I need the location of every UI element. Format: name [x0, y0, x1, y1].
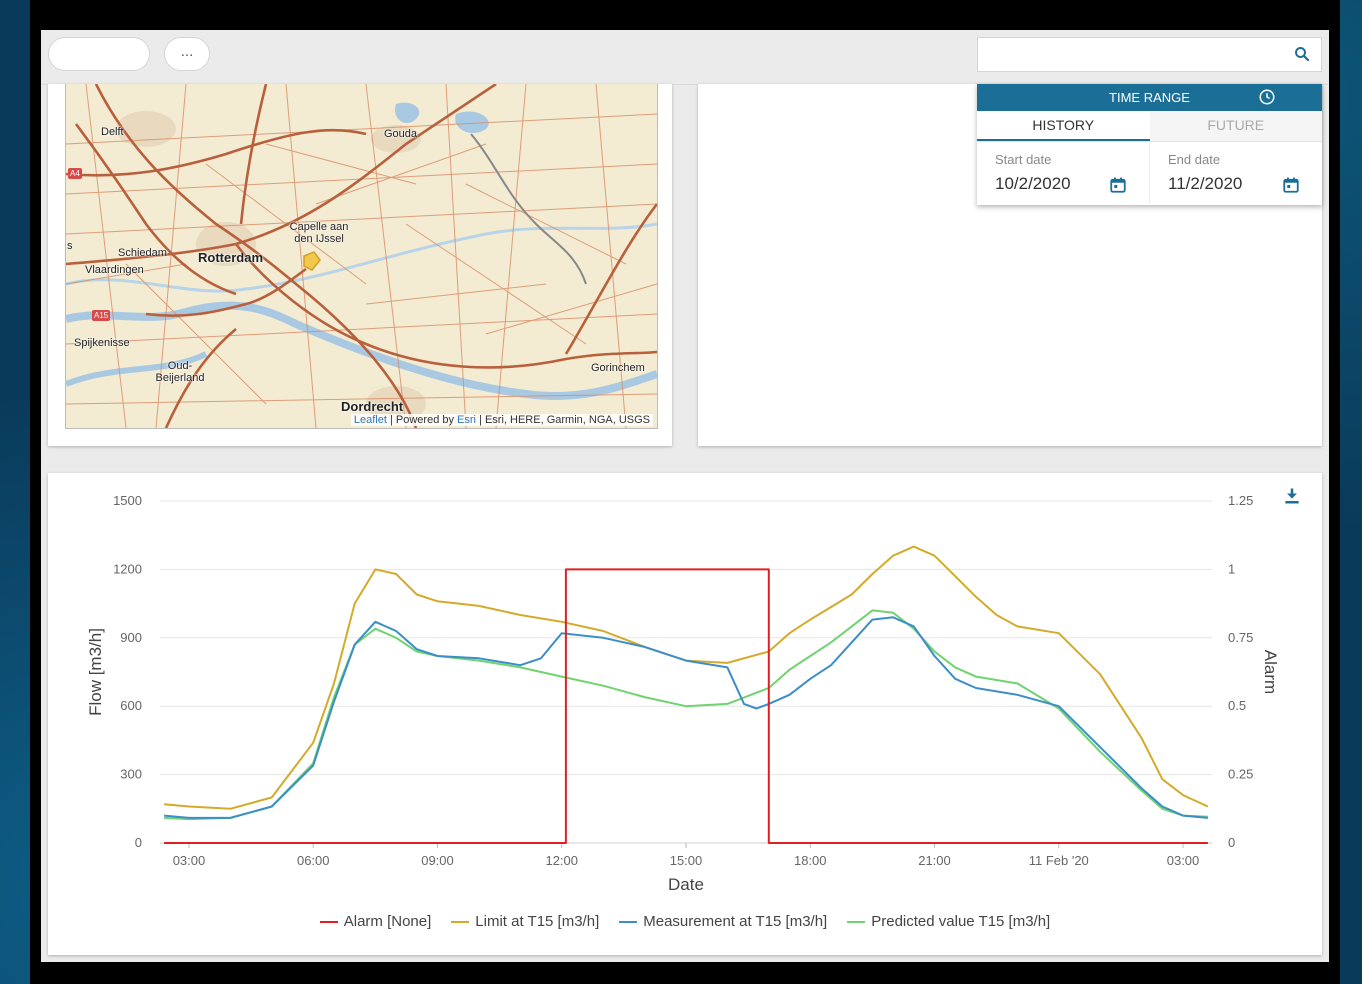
time-range-tabs: HISTORY FUTURE — [977, 111, 1322, 142]
legend-swatch — [319, 921, 338, 924]
leaflet-link[interactable]: Leaflet — [354, 414, 387, 426]
end-date-label: End date — [1168, 152, 1221, 167]
road-shield-a15: A15 — [92, 310, 111, 321]
calendar-icon[interactable] — [1282, 176, 1300, 194]
start-date-field[interactable]: Start date 10/2/2020 — [977, 142, 1150, 204]
series-line — [164, 616, 1208, 819]
attribution-sep: | Powered by — [386, 414, 458, 426]
y-tick-label: 1200 — [113, 561, 142, 576]
x-tick-label: 15:00 — [670, 853, 703, 868]
tab-future[interactable]: FUTURE — [1149, 111, 1322, 141]
map-label-capelle: Capelle aan den IJssel — [289, 221, 349, 245]
map-label-spijkenisse: Spijkenisse — [74, 337, 130, 349]
x-tick-label: 06:00 — [297, 853, 330, 868]
legend-swatch — [619, 921, 638, 924]
map-label-vlaardingen: Vlaardingen — [85, 264, 144, 276]
time-range-title: TIME RANGE — [1109, 90, 1190, 105]
attribution-sources: | Esri, HERE, Garmin, NGA, USGS — [476, 414, 650, 426]
legend-swatch — [451, 921, 470, 924]
y2-tick-label: 1.25 — [1228, 493, 1253, 508]
y-axis-label: Flow [m3/h] — [86, 628, 105, 716]
dashboard-app: ... Delft Gouda Capelle aan den IJssel S… — [41, 30, 1329, 962]
y-tick-label: 900 — [120, 630, 142, 645]
legend-item[interactable]: Limit at T15 [m3/h] — [451, 913, 599, 930]
map-label-gouda: Gouda — [384, 128, 418, 140]
road-shield-a4: A4 — [68, 168, 82, 179]
x-tick-label: 03:00 — [1167, 853, 1200, 868]
map-label-schiedam: Schiedam — [118, 247, 167, 259]
y2-tick-label: 0.5 — [1228, 698, 1246, 713]
y2-tick-label: 0 — [1228, 835, 1235, 850]
esri-link[interactable]: Esri — [457, 414, 476, 426]
map-label-gorinchem: Gorinchem — [591, 362, 645, 374]
search-box — [977, 37, 1322, 72]
download-icon[interactable] — [1282, 485, 1302, 507]
end-date-value[interactable]: 11/2/2020 — [1168, 174, 1242, 194]
y-tick-label: 0 — [135, 835, 142, 850]
map-label-partial: s — [67, 240, 73, 252]
chart-legend: Alarm [None] Limit at T15 [m3/h] Measureme… — [48, 913, 1322, 930]
y-tick-label: 600 — [120, 698, 142, 713]
y2-axis-label: Alarm — [1261, 650, 1280, 694]
flow-chart: 0 300 600 900 1200 1500 0 0.25 0.5 0.75 1 1.25 03:00… — [86, 493, 1280, 894]
x-tick-label: 11 Feb '20 — [1029, 853, 1089, 868]
station-selector-button[interactable] — [48, 37, 150, 71]
search-icon[interactable] — [1293, 45, 1311, 63]
x-tick-label: 18:00 — [794, 853, 827, 868]
map-label-delft: Delft — [101, 126, 124, 138]
x-tick-label: 09:00 — [421, 853, 454, 868]
map-attribution: Leaflet | Powered by Esri | Esri, HERE, … — [350, 414, 653, 426]
map-label-dordrecht: Dordrecht — [341, 399, 404, 414]
map-label-oud-beijerland: Oud-Beijerland — [155, 360, 205, 384]
legend-item[interactable]: Measurement at T15 [m3/h] — [619, 913, 827, 930]
tab-history[interactable]: HISTORY — [977, 111, 1150, 141]
calendar-icon[interactable] — [1109, 176, 1127, 194]
series-line — [164, 609, 1208, 821]
legend-item[interactable]: Predicted value T15 [m3/h] — [847, 913, 1050, 930]
clock-icon[interactable] — [1258, 88, 1276, 106]
y2-tick-label: 1 — [1228, 561, 1235, 576]
date-range: Start date 10/2/2020 End date 11/2/2020 — [977, 142, 1322, 204]
start-date-value[interactable]: 10/2/2020 — [995, 174, 1071, 194]
chart-card: 0 300 600 900 1200 1500 0 0.25 0.5 0.75 1 1.25 03:00… — [48, 473, 1322, 955]
x-tick-label: 03:00 — [173, 853, 206, 868]
time-range-header: TIME RANGE — [977, 84, 1322, 111]
x-axis-label: Date — [668, 875, 704, 894]
map-card: Delft Gouda Capelle aan den IJssel Schie… — [48, 84, 672, 446]
y-tick-label: 1500 — [113, 493, 142, 508]
y2-tick-label: 0.25 — [1228, 767, 1253, 782]
y2-tick-label: 0.75 — [1228, 630, 1253, 645]
legend-swatch — [847, 921, 866, 924]
search-input[interactable] — [988, 38, 1292, 70]
legend-label: Measurement at T15 [m3/h] — [643, 913, 828, 930]
legend-label: Predicted value T15 [m3/h] — [871, 913, 1051, 930]
x-tick-label: 21:00 — [918, 853, 951, 868]
y-tick-label: 300 — [120, 767, 142, 782]
top-toolbar: ... — [41, 30, 1329, 85]
legend-label: Alarm [None] — [343, 913, 432, 930]
end-date-field[interactable]: End date 11/2/2020 — [1150, 142, 1322, 204]
start-date-label: Start date — [995, 152, 1052, 167]
x-tick-label: 12:00 — [545, 853, 578, 868]
series-line — [164, 545, 1209, 810]
map-label-rotterdam: Rotterdam — [198, 250, 264, 265]
time-range-panel: TIME RANGE HISTORY FUTURE Start date 10/… — [977, 84, 1322, 205]
legend-label: Limit at T15 [m3/h] — [475, 913, 600, 930]
legend-item[interactable]: Alarm [None] — [319, 913, 432, 930]
more-options-button[interactable]: ... — [164, 37, 210, 71]
map-view[interactable]: Delft Gouda Capelle aan den IJssel Schie… — [65, 84, 658, 429]
